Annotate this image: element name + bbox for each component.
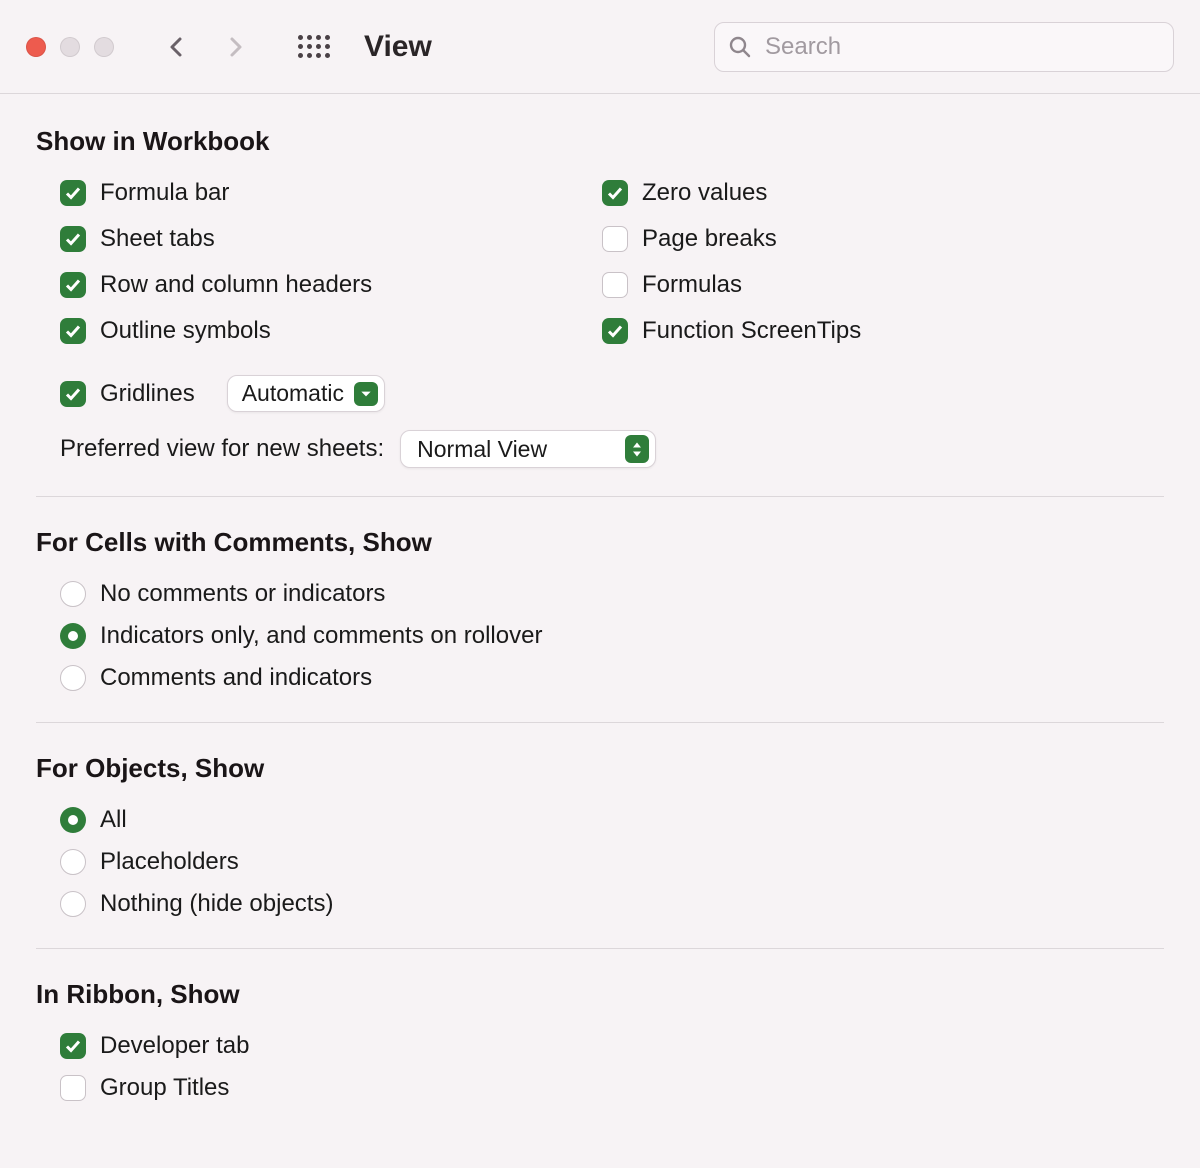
objects-all-row: All xyxy=(60,804,1164,836)
search-wrap xyxy=(714,22,1174,72)
gridlines-checkbox[interactable] xyxy=(60,381,86,407)
chevron-down-icon xyxy=(354,382,378,406)
preferred-view-select[interactable]: Normal View xyxy=(400,430,656,468)
developer-tab-checkbox[interactable] xyxy=(60,1033,86,1059)
section-comments: For Cells with Comments, Show No comment… xyxy=(36,496,1164,722)
gridlines-color-value: Automatic xyxy=(242,380,344,407)
sheet-tabs-checkbox[interactable] xyxy=(60,226,86,252)
search-input[interactable] xyxy=(714,22,1174,72)
comments-rollover-label: Indicators only, and comments on rollove… xyxy=(100,622,542,650)
zoom-window-button xyxy=(94,37,114,57)
select-stepper-icon xyxy=(625,435,649,463)
formula-bar-row: Formula bar xyxy=(60,177,602,209)
all-preferences-icon[interactable] xyxy=(298,35,330,59)
window-controls xyxy=(26,37,114,57)
objects-nothing-radio[interactable] xyxy=(60,891,86,917)
objects-all-radio[interactable] xyxy=(60,807,86,833)
objects-placeholders-label: Placeholders xyxy=(100,848,239,876)
formulas-label: Formulas xyxy=(642,271,742,299)
sheet-tabs-label: Sheet tabs xyxy=(100,225,215,253)
nav-arrows xyxy=(164,35,248,59)
group-titles-checkbox[interactable] xyxy=(60,1075,86,1101)
gridlines-label: Gridlines xyxy=(100,380,195,408)
comments-both-row: Comments and indicators xyxy=(60,662,1164,694)
zero-values-checkbox[interactable] xyxy=(602,180,628,206)
objects-nothing-row: Nothing (hide objects) xyxy=(60,888,1164,920)
page-title: View xyxy=(364,30,432,64)
comments-none-row: No comments or indicators xyxy=(60,578,1164,610)
preferred-view-row: Preferred view for new sheets: Normal Vi… xyxy=(36,430,1164,468)
search-icon xyxy=(728,35,752,59)
comments-both-radio[interactable] xyxy=(60,665,86,691)
formulas-checkbox[interactable] xyxy=(602,272,628,298)
developer-tab-label: Developer tab xyxy=(100,1032,249,1060)
comments-both-label: Comments and indicators xyxy=(100,664,372,692)
back-button[interactable] xyxy=(164,35,188,59)
comments-none-radio[interactable] xyxy=(60,581,86,607)
minimize-window-button xyxy=(60,37,80,57)
close-window-button[interactable] xyxy=(26,37,46,57)
function-tips-label: Function ScreenTips xyxy=(642,317,861,345)
zero-values-row: Zero values xyxy=(602,177,1164,209)
function-tips-checkbox[interactable] xyxy=(602,318,628,344)
page-breaks-row: Page breaks xyxy=(602,223,1164,255)
comments-none-label: No comments or indicators xyxy=(100,580,385,608)
preferred-view-label: Preferred view for new sheets: xyxy=(60,435,384,463)
objects-placeholders-row: Placeholders xyxy=(60,846,1164,878)
zero-values-label: Zero values xyxy=(642,179,767,207)
section-title: Show in Workbook xyxy=(36,126,1164,157)
group-titles-label: Group Titles xyxy=(100,1074,229,1102)
gridlines-row: Gridlines Automatic xyxy=(60,375,602,412)
objects-nothing-label: Nothing (hide objects) xyxy=(100,890,333,918)
titlebar: View xyxy=(0,0,1200,94)
preferred-view-value: Normal View xyxy=(417,436,617,463)
comments-rollover-radio[interactable] xyxy=(60,623,86,649)
section-objects: For Objects, Show All Placeholders Nothi… xyxy=(36,722,1164,948)
row-col-headers-label: Row and column headers xyxy=(100,271,372,299)
objects-all-label: All xyxy=(100,806,127,834)
formulas-row: Formulas xyxy=(602,269,1164,301)
content: Show in Workbook Formula bar Zero values… xyxy=(0,94,1200,1168)
objects-placeholders-radio[interactable] xyxy=(60,849,86,875)
section-title: For Cells with Comments, Show xyxy=(36,527,1164,558)
outline-symbols-row: Outline symbols xyxy=(60,315,602,347)
forward-button xyxy=(224,35,248,59)
section-title: For Objects, Show xyxy=(36,753,1164,784)
formula-bar-label: Formula bar xyxy=(100,179,229,207)
section-show-in-workbook: Show in Workbook Formula bar Zero values… xyxy=(36,126,1164,496)
developer-tab-row: Developer tab xyxy=(60,1030,1164,1062)
outline-symbols-label: Outline symbols xyxy=(100,317,271,345)
formula-bar-checkbox[interactable] xyxy=(60,180,86,206)
sheet-tabs-row: Sheet tabs xyxy=(60,223,602,255)
page-breaks-checkbox[interactable] xyxy=(602,226,628,252)
section-ribbon: In Ribbon, Show Developer tab Group Titl… xyxy=(36,948,1164,1132)
row-col-headers-checkbox[interactable] xyxy=(60,272,86,298)
section-title: In Ribbon, Show xyxy=(36,979,1164,1010)
page-breaks-label: Page breaks xyxy=(642,225,777,253)
function-tips-row: Function ScreenTips xyxy=(602,315,1164,347)
group-titles-row: Group Titles xyxy=(60,1072,1164,1104)
gridlines-color-dropdown[interactable]: Automatic xyxy=(227,375,385,412)
outline-symbols-checkbox[interactable] xyxy=(60,318,86,344)
comments-rollover-row: Indicators only, and comments on rollove… xyxy=(60,620,1164,652)
row-col-headers-row: Row and column headers xyxy=(60,269,602,301)
